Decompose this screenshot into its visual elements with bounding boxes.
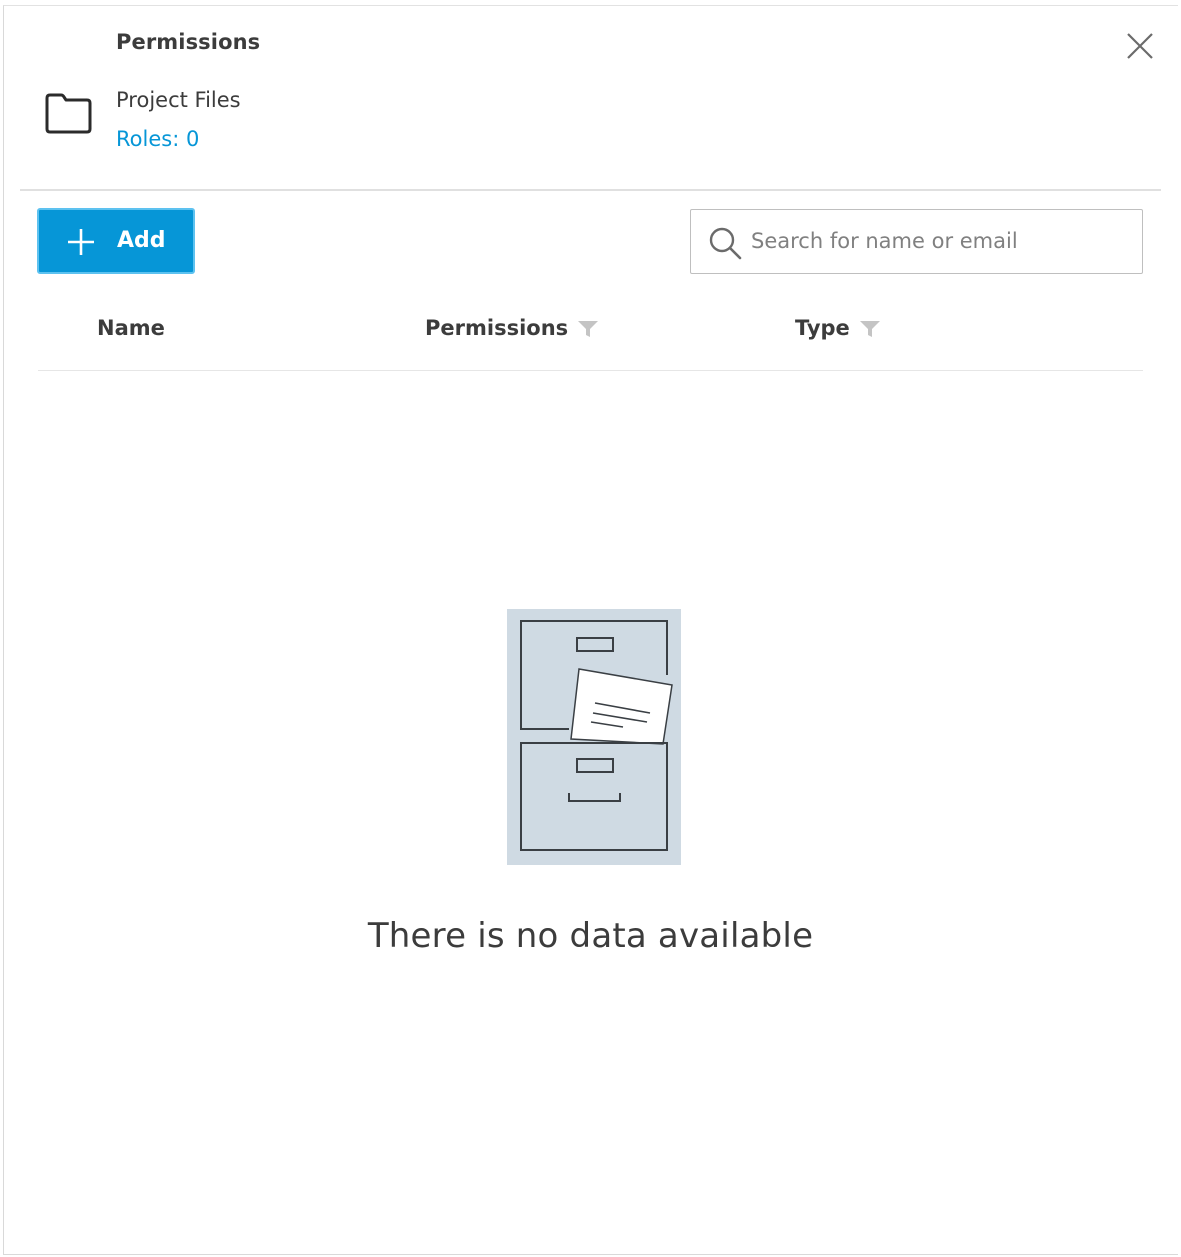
- filter-icon[interactable]: [577, 317, 599, 339]
- folder-icon: [45, 93, 92, 134]
- close-button[interactable]: [1124, 30, 1156, 62]
- plus-icon: [68, 229, 94, 255]
- column-header-name[interactable]: Name: [97, 316, 165, 340]
- dialog-title: Permissions: [116, 30, 261, 54]
- search-box[interactable]: [690, 209, 1143, 274]
- column-header-permissions-label: Permissions: [425, 316, 569, 340]
- file-cabinet-illustration: [507, 609, 681, 865]
- close-icon: [1127, 33, 1153, 59]
- folder-name: Project Files: [116, 88, 241, 112]
- column-header-permissions[interactable]: Permissions: [425, 316, 599, 340]
- add-button-label: Add: [117, 228, 166, 253]
- column-header-name-label: Name: [97, 316, 165, 340]
- column-header-type[interactable]: Type: [795, 316, 881, 340]
- search-input[interactable]: [751, 220, 1131, 262]
- filter-icon[interactable]: [859, 317, 881, 339]
- roles-count-link[interactable]: Roles: 0: [116, 127, 199, 151]
- empty-state-message: There is no data available: [367, 916, 814, 956]
- add-button[interactable]: Add: [37, 208, 195, 274]
- table-header-divider: [38, 370, 1143, 371]
- column-header-type-label: Type: [795, 316, 850, 340]
- search-icon: [709, 227, 742, 260]
- header-divider: [20, 189, 1161, 191]
